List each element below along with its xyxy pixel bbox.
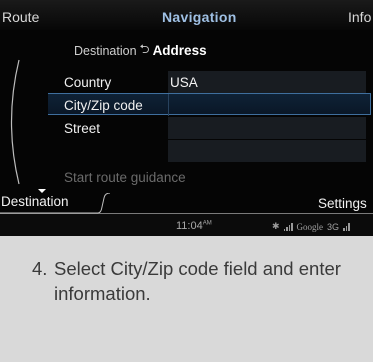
bottom-tab-bar: Destination Settings <box>0 193 373 214</box>
row-label: Country <box>64 75 112 90</box>
bluetooth-icon: ✱ <box>272 221 280 231</box>
breadcrumb-current: Address <box>152 43 207 58</box>
street-field[interactable] <box>168 117 366 139</box>
step-text: Select City/Zip code field and enter inf… <box>54 258 341 304</box>
return-arrow-icon: ⮌ <box>139 42 150 56</box>
tab-navigation[interactable]: Navigation <box>162 9 237 25</box>
breadcrumb: Destination ⮌ Address <box>74 40 207 61</box>
list-item-empty <box>48 140 371 162</box>
status-icons: ✱ Google 3G <box>272 221 350 232</box>
tab-info[interactable]: Info <box>348 9 371 25</box>
start-route-guidance-item[interactable]: Start route guidance <box>64 170 186 185</box>
clock-ampm: AM <box>202 220 212 227</box>
status-bar: 11:04AM ✱ Google 3G <box>0 214 373 236</box>
list-item-country[interactable]: Country USA <box>48 71 371 93</box>
signal-strength-icon <box>283 222 293 231</box>
step-number: 4. <box>32 258 48 279</box>
empty-field <box>168 140 366 162</box>
row-label: Street <box>64 121 101 136</box>
clock: 11:04AM <box>176 220 212 232</box>
list-item-city-zip[interactable]: City/Zip code <box>48 93 371 116</box>
google-label: Google <box>296 221 324 232</box>
nav-screen: Route Navigation Info Destination ⮌ Addr… <box>0 0 373 236</box>
country-field[interactable]: USA <box>168 71 366 93</box>
clock-time: 11:04 <box>176 220 203 232</box>
data-signal-icon <box>343 222 350 231</box>
top-tab-bar: Route Navigation Info <box>0 0 373 30</box>
list-item-street[interactable]: Street <box>48 117 371 139</box>
city-zip-field[interactable] <box>168 94 366 116</box>
scroll-arc <box>10 59 20 185</box>
breadcrumb-parent[interactable]: Destination <box>74 44 137 58</box>
tab-destination[interactable]: Destination <box>0 194 69 210</box>
row-label: City/Zip code <box>64 98 143 113</box>
tab-settings[interactable]: Settings <box>318 196 367 211</box>
tab-route[interactable]: Route <box>2 9 39 25</box>
network-type: 3G <box>327 221 340 232</box>
